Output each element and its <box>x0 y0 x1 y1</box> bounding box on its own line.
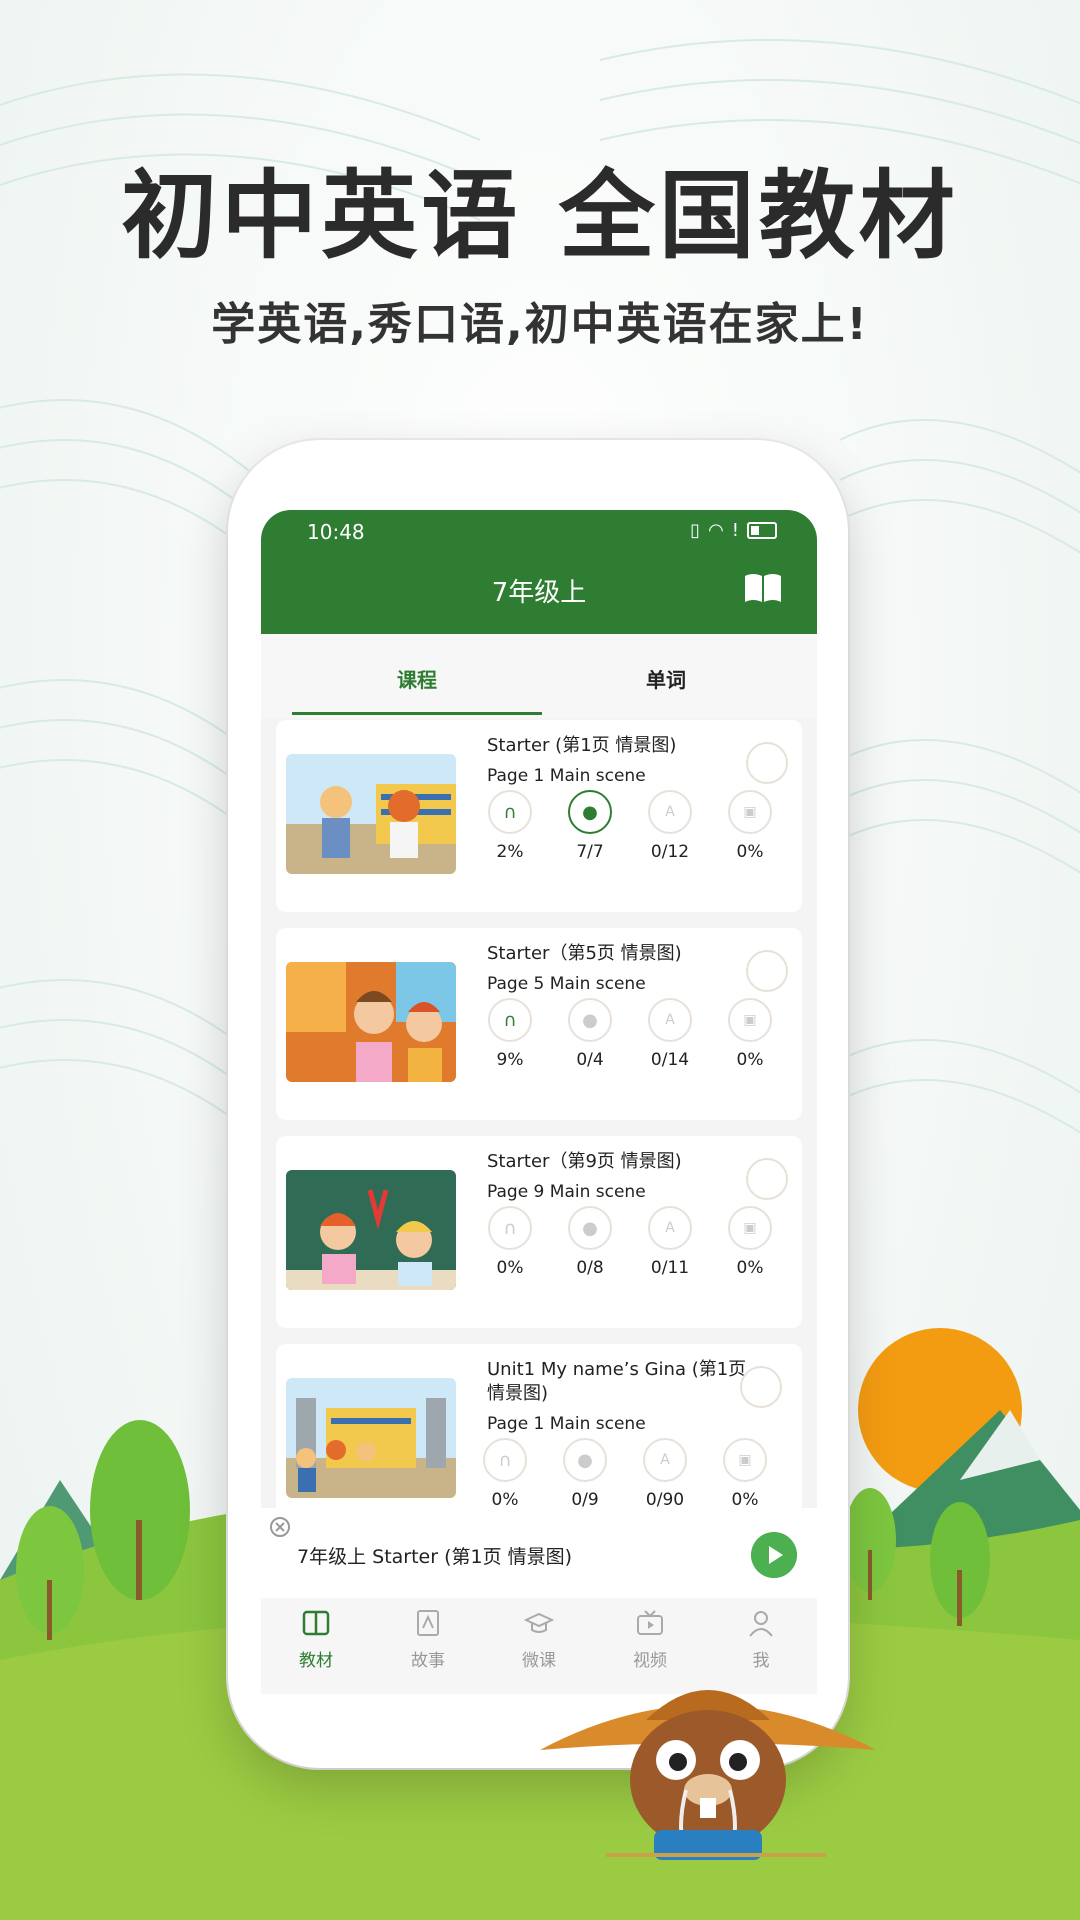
microphone-icon: ● <box>568 790 612 834</box>
video-stat[interactable]: ▣ 0% <box>720 998 780 1070</box>
word-stat[interactable]: A 0/12 <box>640 790 700 862</box>
video-progress-value: 0% <box>736 842 764 862</box>
lesson-card[interactable]: Starter（第9页 情景图) Page 9 Main scene ∩ 0% … <box>276 1136 802 1328</box>
word-stat[interactable]: A 0/90 <box>635 1438 695 1510</box>
word-stat[interactable]: A 0/14 <box>640 998 700 1070</box>
app-screen: 10:48 ▯ ◠ ! 7年级上 课程 单词 Starter (第1页 情景图)… <box>261 510 817 1694</box>
tab-bar: 课程 单词 <box>261 634 817 718</box>
listen-stat[interactable]: ∩ 9% <box>480 998 540 1070</box>
microphone-icon: ● <box>568 1206 612 1250</box>
tab-courses[interactable]: 课程 <box>292 664 542 693</box>
lesson-title[interactable]: Starter (第1页 情景图) <box>487 734 747 758</box>
video-progress-value: 0% <box>736 1258 764 1278</box>
lesson-title[interactable]: Starter（第9页 情景图) <box>487 1150 747 1174</box>
lesson-title[interactable]: Starter（第5页 情景图) <box>487 942 747 966</box>
speak-stat[interactable]: ● 0/8 <box>560 1206 620 1278</box>
tv-icon: ▣ <box>723 1438 767 1482</box>
download-icon[interactable] <box>740 1366 782 1408</box>
graduation-cap-icon <box>523 1612 555 1633</box>
lesson-thumbnail <box>286 754 456 874</box>
lesson-thumbnail <box>286 962 456 1082</box>
lesson-thumbnail <box>286 1378 456 1498</box>
speak-progress-value: 0/4 <box>576 1050 604 1070</box>
tv-icon: ▣ <box>728 790 772 834</box>
tv-icon: ▣ <box>728 1206 772 1250</box>
speak-progress-value: 0/9 <box>571 1490 599 1510</box>
video-stat[interactable]: ▣ 0% <box>720 1206 780 1278</box>
active-tab-indicator <box>292 712 542 715</box>
download-icon[interactable] <box>746 950 788 992</box>
promo-headline: 初中英语 全国教材 <box>121 160 959 272</box>
open-book-icon[interactable] <box>743 572 783 604</box>
lesson-card[interactable]: Starter（第5页 情景图) Page 5 Main scene ∩ 9% … <box>276 928 802 1120</box>
status-time: 10:48 <box>307 520 365 544</box>
close-icon[interactable] <box>269 1516 291 1538</box>
textbook-icon <box>302 1610 330 1636</box>
word-stat[interactable]: A 0/11 <box>640 1206 700 1278</box>
word-progress-value: 0/14 <box>650 1050 690 1070</box>
speak-stat[interactable]: ● 7/7 <box>560 790 620 862</box>
tv-icon <box>637 1610 663 1635</box>
wifi-icon: ◠ <box>708 520 724 541</box>
microphone-icon: ● <box>568 998 612 1042</box>
listen-stat[interactable]: ∩ 0% <box>480 1206 540 1278</box>
word-card-icon: A <box>648 1206 692 1250</box>
beaver-mascot-illustration <box>540 1690 876 1860</box>
listen-stat[interactable]: ∩ 0% <box>475 1438 535 1510</box>
story-icon <box>417 1610 439 1636</box>
listen-progress-value: 9% <box>496 1050 524 1070</box>
tv-icon: ▣ <box>728 998 772 1042</box>
lesson-subtitle: Page 1 Main scene <box>487 766 646 786</box>
word-progress-value: 0/11 <box>650 1258 690 1278</box>
nav-label: 教材 <box>299 1651 333 1671</box>
mini-player-title[interactable]: 7年级上 Starter (第1页 情景图) <box>297 1542 572 1569</box>
download-icon[interactable] <box>746 1158 788 1200</box>
microphone-icon: ● <box>563 1438 607 1482</box>
speak-progress-value: 7/7 <box>576 842 604 862</box>
word-progress-value: 0/12 <box>650 842 690 862</box>
alert-icon: ! <box>731 520 739 541</box>
speak-stat[interactable]: ● 0/9 <box>555 1438 615 1510</box>
lesson-subtitle: Page 5 Main scene <box>487 974 646 994</box>
speak-progress-value: 0/8 <box>576 1258 604 1278</box>
person-icon <box>749 1611 773 1637</box>
word-progress-value: 0/90 <box>645 1490 685 1510</box>
play-icon[interactable] <box>751 1532 797 1578</box>
vibrate-icon: ▯ <box>690 520 701 541</box>
nav-label: 故事 <box>411 1651 445 1671</box>
lesson-card[interactable]: Starter (第1页 情景图) Page 1 Main scene ∩ 2%… <box>276 720 802 912</box>
word-card-icon: A <box>643 1438 687 1482</box>
headphones-icon: ∩ <box>483 1438 527 1482</box>
download-icon[interactable] <box>746 742 788 784</box>
word-card-icon: A <box>648 998 692 1042</box>
lesson-subtitle: Page 1 Main scene <box>487 1414 646 1434</box>
nav-story[interactable]: 故事 <box>383 1608 473 1671</box>
video-progress-value: 0% <box>731 1490 759 1510</box>
headphones-icon: ∩ <box>488 1206 532 1250</box>
listen-progress-value: 2% <box>496 842 524 862</box>
mini-player[interactable]: 7年级上 Starter (第1页 情景图) <box>261 1508 817 1598</box>
listen-stat[interactable]: ∩ 2% <box>480 790 540 862</box>
battery-icon <box>747 522 777 539</box>
video-stat[interactable]: ▣ 0% <box>720 790 780 862</box>
listen-progress-value: 0% <box>491 1490 519 1510</box>
tab-words[interactable]: 单词 <box>541 664 791 693</box>
headphones-icon: ∩ <box>488 998 532 1042</box>
lesson-thumbnail <box>286 1170 456 1290</box>
page-title[interactable]: 7年级上 <box>261 572 817 609</box>
video-progress-value: 0% <box>736 1050 764 1070</box>
word-card-icon: A <box>648 790 692 834</box>
nav-textbook[interactable]: 教材 <box>271 1608 361 1671</box>
listen-progress-value: 0% <box>496 1258 524 1278</box>
headphones-icon: ∩ <box>488 790 532 834</box>
status-icons: ▯ ◠ ! <box>690 520 777 541</box>
lesson-subtitle: Page 9 Main scene <box>487 1182 646 1202</box>
lesson-title[interactable]: Unit1 My name’s Gina (第1页 情景图) <box>487 1358 747 1406</box>
promo-subline: 学英语,秀口语,初中英语在家上! <box>211 299 869 350</box>
video-stat[interactable]: ▣ 0% <box>715 1438 775 1510</box>
app-top-bar: 10:48 ▯ ◠ ! 7年级上 <box>261 510 817 634</box>
speak-stat[interactable]: ● 0/4 <box>560 998 620 1070</box>
